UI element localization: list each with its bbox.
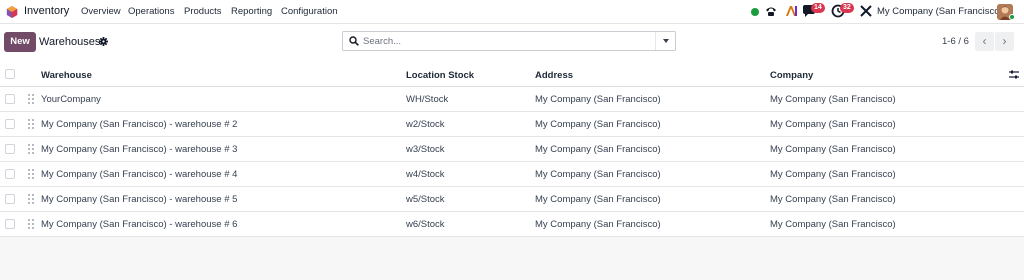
row-checkbox[interactable] — [5, 144, 15, 154]
app-logo-icon[interactable] — [6, 6, 18, 18]
messages-badge: 14 — [811, 3, 825, 13]
search-icon — [349, 36, 359, 46]
optional-columns-icon[interactable] — [1009, 70, 1019, 79]
ai-icon[interactable] — [784, 4, 798, 18]
activities-badge: 32 — [840, 3, 854, 13]
column-header-warehouse[interactable]: Warehouse — [41, 70, 92, 81]
table-row[interactable]: My Company (San Francisco) - warehouse #… — [0, 112, 1024, 137]
cell-location-stock: w3/Stock — [406, 144, 445, 155]
cell-company: My Company (San Francisco) — [770, 169, 896, 180]
new-button[interactable]: New — [4, 32, 36, 52]
table-row[interactable]: My Company (San Francisco) - warehouse #… — [0, 187, 1024, 212]
column-header-company[interactable]: Company — [770, 70, 813, 81]
menu-reporting[interactable]: Reporting — [231, 6, 272, 17]
company-switcher[interactable]: My Company (San Francisco) — [877, 6, 1003, 17]
pager-value[interactable]: 1-6 / 6 — [942, 36, 969, 47]
row-checkbox[interactable] — [5, 219, 15, 229]
pager-previous-button[interactable]: ‹ — [975, 32, 994, 51]
cell-address: My Company (San Francisco) — [535, 144, 661, 155]
cell-warehouse: My Company (San Francisco) - warehouse #… — [41, 119, 238, 130]
row-checkbox[interactable] — [5, 119, 15, 129]
drag-handle-icon[interactable] — [28, 219, 34, 229]
cell-company: My Company (San Francisco) — [770, 119, 896, 130]
top-navbar: Inventory Overview Operations Products R… — [0, 0, 1024, 24]
search-options-toggle[interactable] — [655, 32, 675, 50]
menu-products[interactable]: Products — [184, 6, 222, 17]
cell-address: My Company (San Francisco) — [535, 194, 661, 205]
cell-warehouse: My Company (San Francisco) - warehouse #… — [41, 169, 238, 180]
menu-overview[interactable]: Overview — [81, 6, 121, 17]
cell-location-stock: w6/Stock — [406, 219, 445, 230]
menu-configuration[interactable]: Configuration — [281, 6, 338, 17]
status-indicator[interactable] — [751, 8, 759, 16]
table-row[interactable]: My Company (San Francisco) - warehouse #… — [0, 212, 1024, 237]
cell-address: My Company (San Francisco) — [535, 119, 661, 130]
table-row[interactable]: YourCompany WH/Stock My Company (San Franc… — [0, 87, 1024, 112]
chevron-right-icon: › — [1002, 34, 1007, 48]
pager-next-button[interactable]: › — [995, 32, 1014, 51]
cell-location-stock: w5/Stock — [406, 194, 445, 205]
row-checkbox[interactable] — [5, 94, 15, 104]
menu-operations[interactable]: Operations — [128, 6, 174, 17]
column-header-address[interactable]: Address — [535, 70, 573, 81]
cell-warehouse: My Company (San Francisco) - warehouse #… — [41, 194, 238, 205]
select-all-checkbox[interactable] — [5, 69, 15, 79]
cell-address: My Company (San Francisco) — [535, 219, 661, 230]
app-name[interactable]: Inventory — [24, 5, 69, 17]
cell-location-stock: WH/Stock — [406, 94, 449, 105]
search-bar[interactable] — [342, 31, 676, 51]
table-row[interactable]: My Company (San Francisco) - warehouse #… — [0, 137, 1024, 162]
search-input[interactable] — [363, 34, 653, 48]
drag-handle-icon[interactable] — [28, 94, 34, 104]
cell-company: My Company (San Francisco) — [770, 144, 896, 155]
phone-icon[interactable] — [764, 4, 778, 18]
page-title: Warehouses — [39, 36, 101, 48]
column-header-location-stock[interactable]: Location Stock — [406, 70, 474, 81]
cell-location-stock: w2/Stock — [406, 119, 445, 130]
cell-company: My Company (San Francisco) — [770, 194, 896, 205]
cell-company: My Company (San Francisco) — [770, 219, 896, 230]
drag-handle-icon[interactable] — [28, 194, 34, 204]
user-status-dot — [1009, 14, 1015, 20]
control-panel: New Warehouses 1-6 / 6 ‹ › — [0, 24, 1024, 62]
cell-warehouse: YourCompany — [41, 94, 101, 105]
caret-down-icon — [663, 39, 669, 43]
cell-warehouse: My Company (San Francisco) - warehouse #… — [41, 219, 238, 230]
drag-handle-icon[interactable] — [28, 144, 34, 154]
gear-icon[interactable] — [99, 37, 108, 46]
row-checkbox[interactable] — [5, 194, 15, 204]
cell-company: My Company (San Francisco) — [770, 94, 896, 105]
chevron-left-icon: ‹ — [982, 34, 987, 48]
drag-handle-icon[interactable] — [28, 169, 34, 179]
cell-address: My Company (San Francisco) — [535, 169, 661, 180]
cell-address: My Company (San Francisco) — [535, 94, 661, 105]
tools-icon[interactable] — [859, 4, 873, 18]
cell-warehouse: My Company (San Francisco) - warehouse #… — [41, 144, 238, 155]
table-header: Warehouse Location Stock Address Company — [0, 62, 1024, 87]
drag-handle-icon[interactable] — [28, 119, 34, 129]
cell-location-stock: w4/Stock — [406, 169, 445, 180]
row-checkbox[interactable] — [5, 169, 15, 179]
table-row[interactable]: My Company (San Francisco) - warehouse #… — [0, 162, 1024, 187]
